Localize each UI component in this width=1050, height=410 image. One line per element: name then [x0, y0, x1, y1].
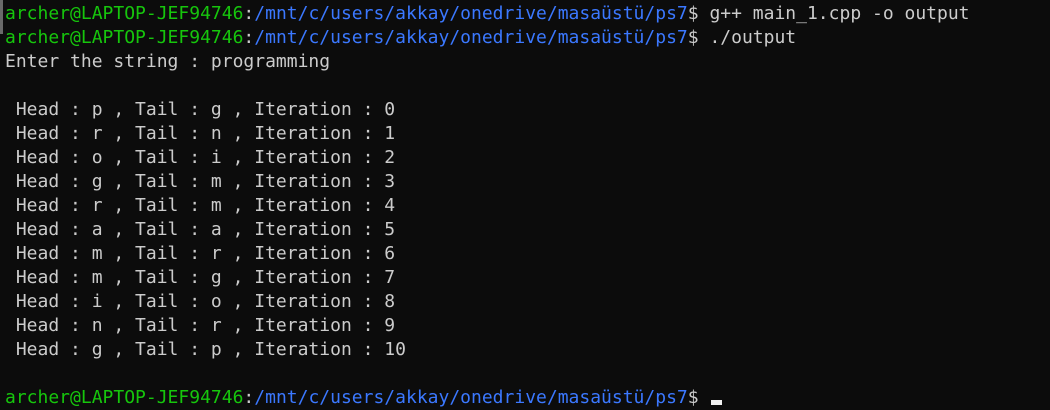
output-row: Head : m , Tail : g , Iteration : 7: [5, 267, 396, 288]
prompt-path: /mnt/c/users/akkay/onedrive/masaüstü/ps7: [254, 387, 688, 408]
output-blank-line: [5, 362, 1050, 386]
output-blank-line: [5, 74, 1050, 98]
output-input-prompt: Enter the string : programming: [5, 51, 331, 72]
output-row: Head : r , Tail : m , Iteration : 4: [5, 195, 396, 216]
prompt-path: /mnt/c/users/akkay/onedrive/masaüstü/ps7: [254, 27, 688, 48]
output-row: Head : g , Tail : m , Iteration : 3: [5, 171, 396, 192]
output-row: Head : r , Tail : n , Iteration : 1: [5, 123, 396, 144]
output-row: Head : a , Tail : a , Iteration : 5: [5, 219, 396, 240]
command-text: ./output: [709, 27, 797, 48]
command-line-compile: archer@LAPTOP-JEF94746:/mnt/c/users/akka…: [5, 2, 1050, 26]
prompt-separator: :: [243, 27, 255, 48]
window-edge: [0, 0, 3, 34]
prompt-user-host: archer@LAPTOP-JEF94746: [5, 27, 244, 48]
prompt-symbol: $: [687, 387, 710, 408]
output-row: Head : i , Tail : o , Iteration : 8: [5, 291, 396, 312]
prompt-symbol: $: [687, 27, 710, 48]
terminal-window[interactable]: archer@LAPTOP-JEF94746:/mnt/c/users/akka…: [0, 0, 1050, 408]
prompt-path: /mnt/c/users/akkay/onedrive/masaüstü/ps7: [254, 3, 688, 24]
prompt-separator: :: [243, 3, 255, 24]
output-row: Head : n , Tail : r , Iteration : 9: [5, 315, 396, 336]
prompt-separator: :: [243, 387, 255, 408]
output-row: Head : g , Tail : p , Iteration : 10: [5, 339, 406, 360]
output-row: Head : o , Tail : i , Iteration : 2: [5, 147, 396, 168]
output-row: Head : p , Tail : g , Iteration : 0: [5, 99, 396, 120]
command-text: g++ main_1.cpp -o output: [709, 3, 970, 24]
text-cursor: [711, 400, 723, 405]
prompt-user-host: archer@LAPTOP-JEF94746: [5, 3, 244, 24]
output-row: Head : m , Tail : r , Iteration : 6: [5, 243, 396, 264]
prompt-symbol: $: [687, 3, 710, 24]
command-line-current[interactable]: archer@LAPTOP-JEF94746:/mnt/c/users/akka…: [5, 386, 1050, 410]
prompt-user-host: archer@LAPTOP-JEF94746: [5, 387, 244, 408]
command-line-run: archer@LAPTOP-JEF94746:/mnt/c/users/akka…: [5, 26, 1050, 50]
